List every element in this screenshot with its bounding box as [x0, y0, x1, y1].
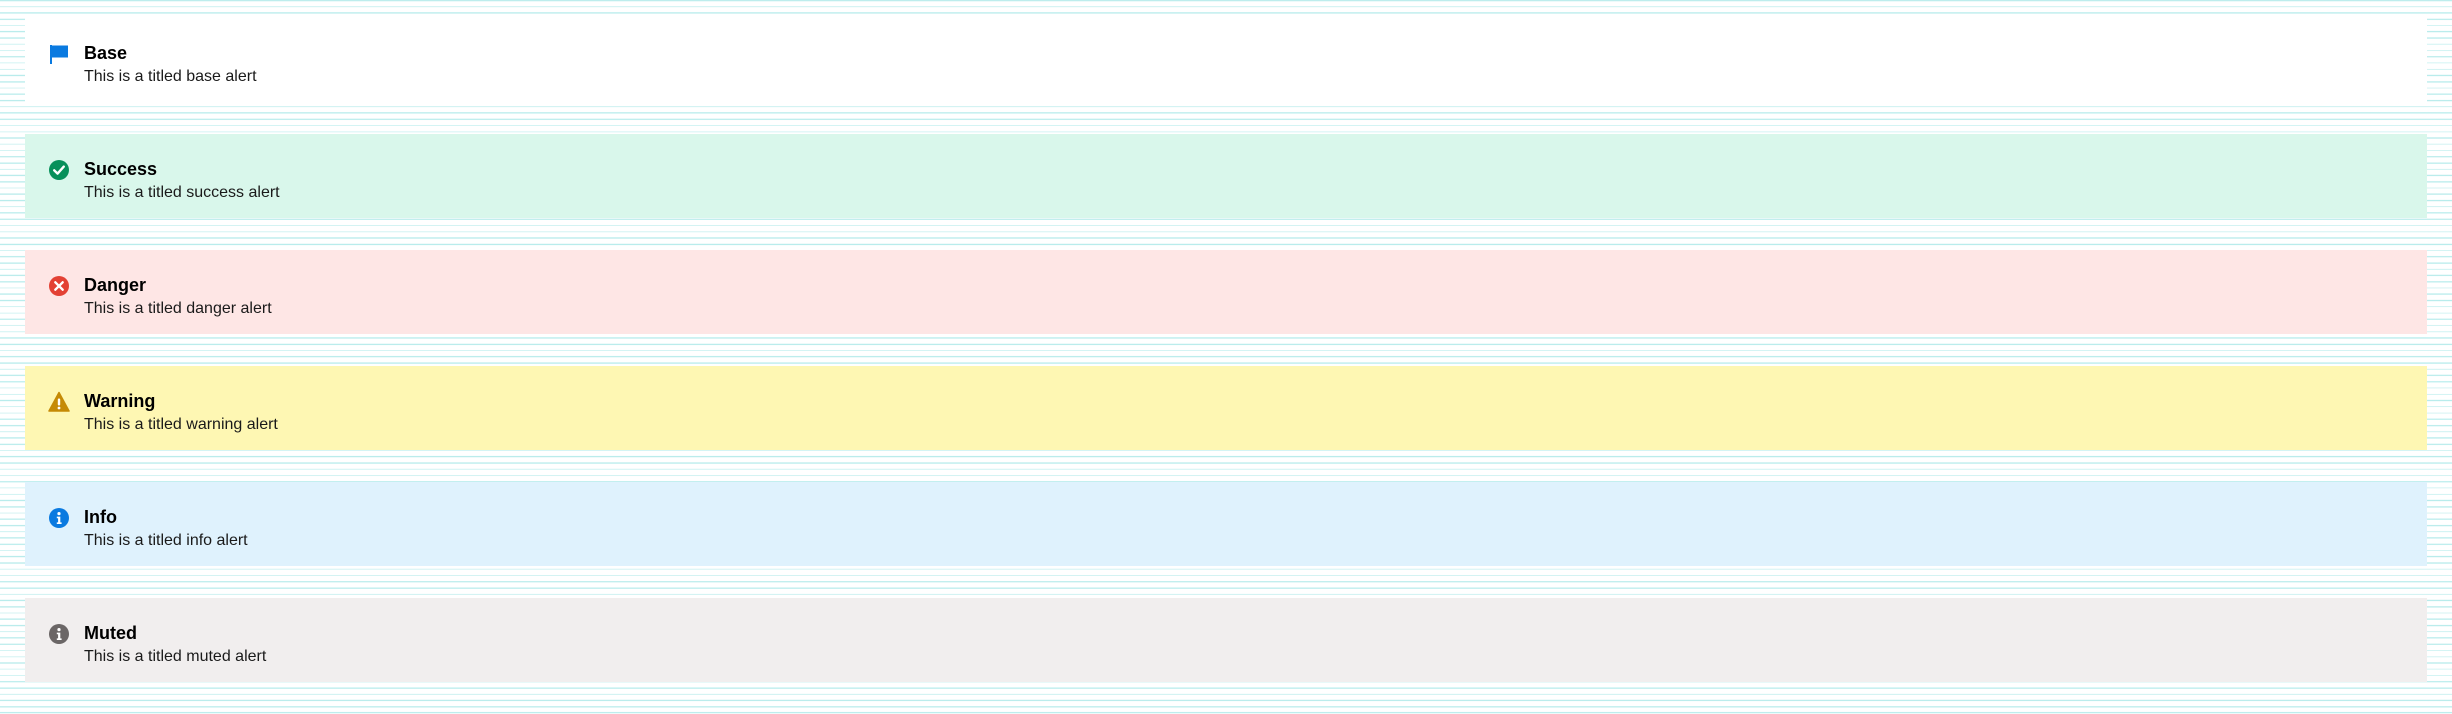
alert-message: This is a titled info alert — [84, 532, 248, 549]
alert-message: This is a titled warning alert — [84, 416, 278, 433]
alert-title: Info — [84, 507, 117, 527]
alert-title: Warning — [84, 391, 156, 411]
info-circle-icon — [48, 507, 70, 529]
x-circle-icon — [48, 275, 70, 297]
alert-base: Base This is a titled base alert — [25, 18, 2427, 102]
alert-stack: Base This is a titled base alert Success… — [25, 18, 2427, 714]
alert-danger: Danger This is a titled danger alert — [25, 250, 2427, 334]
alert-muted: Muted This is a titled muted alert — [25, 598, 2427, 682]
alert-title: Danger — [84, 275, 147, 295]
alert-message: This is a titled muted alert — [84, 648, 267, 665]
alert-message: This is a titled danger alert — [84, 300, 272, 317]
alert-title: Success — [84, 159, 158, 179]
alert-title: Muted — [84, 623, 137, 643]
warning-triangle-icon — [48, 391, 70, 413]
alert-message: This is a titled base alert — [84, 68, 257, 85]
alert-title: Base — [84, 43, 128, 63]
flag-icon — [48, 43, 70, 65]
check-circle-icon — [48, 159, 70, 181]
alert-success: Success This is a titled success alert — [25, 134, 2427, 218]
alert-warning: Warning This is a titled warning alert — [25, 366, 2427, 450]
alert-info: Info This is a titled info alert — [25, 482, 2427, 566]
info-circle-icon — [48, 623, 70, 645]
alert-message: This is a titled success alert — [84, 184, 280, 201]
